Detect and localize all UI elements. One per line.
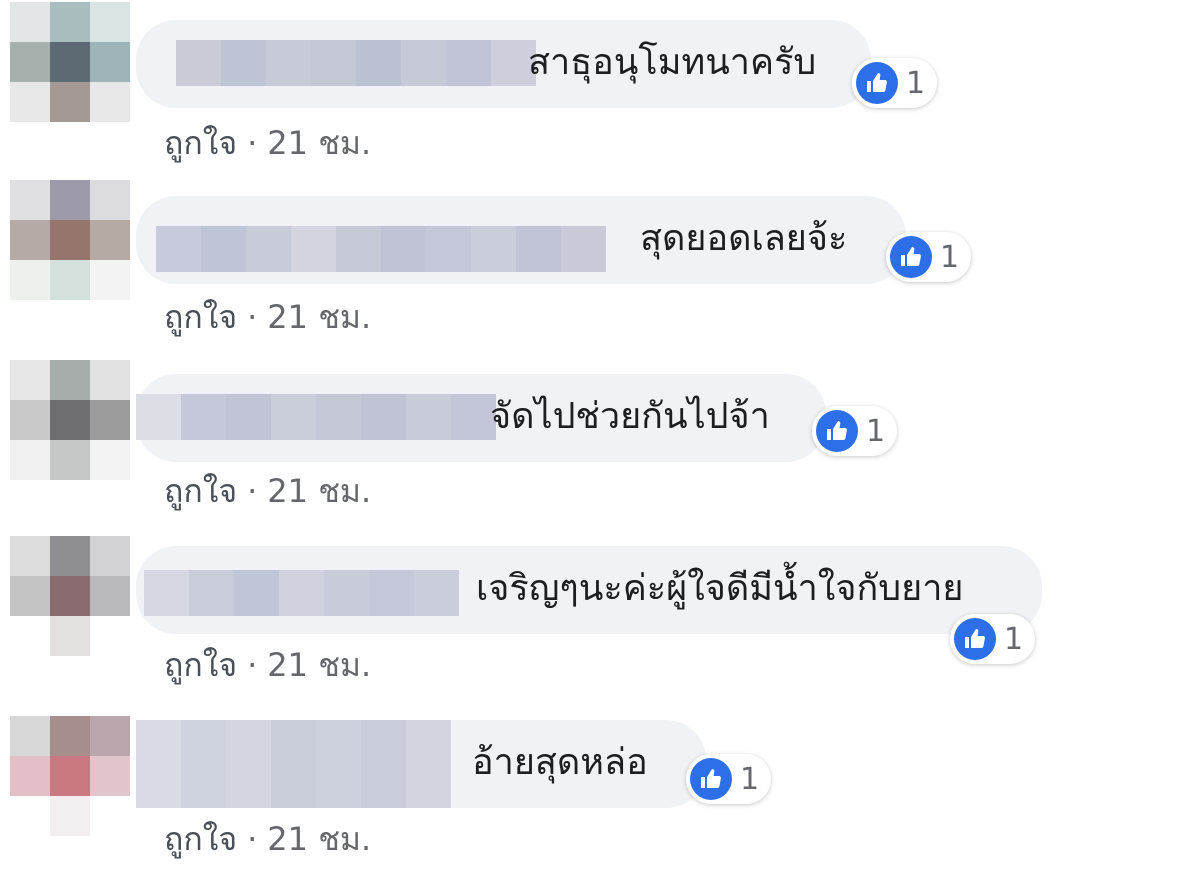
- thumbs-up-icon: [890, 236, 932, 278]
- avatar[interactable]: [10, 180, 130, 300]
- timestamp[interactable]: 21 ชม.: [267, 820, 371, 858]
- reaction-badge[interactable]: 1: [686, 754, 772, 804]
- reaction-count: 1: [740, 761, 760, 797]
- reaction-badge[interactable]: 1: [886, 232, 972, 282]
- author-name-blurred[interactable]: [176, 40, 536, 86]
- thumbs-up-icon: [856, 62, 898, 104]
- comment-text: สาธุอนุโมทนาครับ: [528, 42, 817, 83]
- separator: ·: [247, 472, 258, 510]
- separator: ·: [247, 298, 258, 336]
- timestamp[interactable]: 21 ชม.: [267, 124, 371, 162]
- separator: ·: [247, 124, 258, 162]
- avatar[interactable]: [10, 536, 130, 656]
- like-link[interactable]: ถูกใจ: [164, 124, 237, 162]
- reaction-badge[interactable]: 1: [812, 406, 898, 456]
- comment-bubble: สาธุอนุโมทนาครับ: [136, 20, 871, 108]
- timestamp[interactable]: 21 ชม.: [267, 472, 371, 510]
- thumbs-up-icon: [690, 758, 732, 800]
- thumbs-up-icon: [816, 410, 858, 452]
- like-link[interactable]: ถูกใจ: [164, 298, 237, 336]
- comment-meta: ถูกใจ · 21 ชม.: [164, 640, 371, 691]
- comment-bubble: จัดไปช่วยกันไปจ้า: [136, 374, 826, 462]
- reaction-badge[interactable]: 1: [852, 58, 938, 108]
- reaction-count: 1: [906, 65, 926, 101]
- reaction-count: 1: [940, 239, 960, 275]
- comment-text: จัดไปช่วยกันไปจ้า: [490, 396, 770, 437]
- comment-meta: ถูกใจ · 21 ชม.: [164, 292, 371, 343]
- like-link[interactable]: ถูกใจ: [164, 646, 237, 684]
- timestamp[interactable]: 21 ชม.: [267, 298, 371, 336]
- author-name-blurred[interactable]: [136, 394, 496, 440]
- reaction-badge[interactable]: 1: [950, 614, 1036, 664]
- timestamp[interactable]: 21 ชม.: [267, 646, 371, 684]
- comment-meta: ถูกใจ · 21 ชม.: [164, 814, 371, 865]
- reaction-count: 1: [866, 413, 886, 449]
- author-name-blurred[interactable]: [144, 570, 459, 616]
- comment-bubble: อ้ายสุดหล่อ: [136, 720, 706, 808]
- author-name-blurred[interactable]: [136, 720, 451, 808]
- thumbs-up-icon: [954, 618, 996, 660]
- comment-meta: ถูกใจ · 21 ชม.: [164, 118, 371, 169]
- avatar[interactable]: [10, 360, 130, 480]
- comment-text: เจริญๆนะค่ะผู้ใจดีมีน้ำใจกับยาย: [476, 568, 964, 609]
- comment-bubble: เจริญๆนะค่ะผู้ใจดีมีน้ำใจกับยาย: [136, 546, 1042, 634]
- separator: ·: [247, 820, 258, 858]
- comment-text: สุดยอดเลยจ้ะ: [640, 218, 848, 259]
- like-link[interactable]: ถูกใจ: [164, 472, 237, 510]
- reaction-count: 1: [1004, 621, 1024, 657]
- like-link[interactable]: ถูกใจ: [164, 820, 237, 858]
- avatar[interactable]: [10, 716, 130, 836]
- avatar[interactable]: [10, 2, 130, 122]
- author-name-blurred[interactable]: [156, 226, 606, 272]
- comment-bubble: สุดยอดเลยจ้ะ: [136, 196, 906, 284]
- separator: ·: [247, 646, 258, 684]
- comment-meta: ถูกใจ · 21 ชม.: [164, 466, 371, 517]
- comment-text: อ้ายสุดหล่อ: [472, 742, 648, 783]
